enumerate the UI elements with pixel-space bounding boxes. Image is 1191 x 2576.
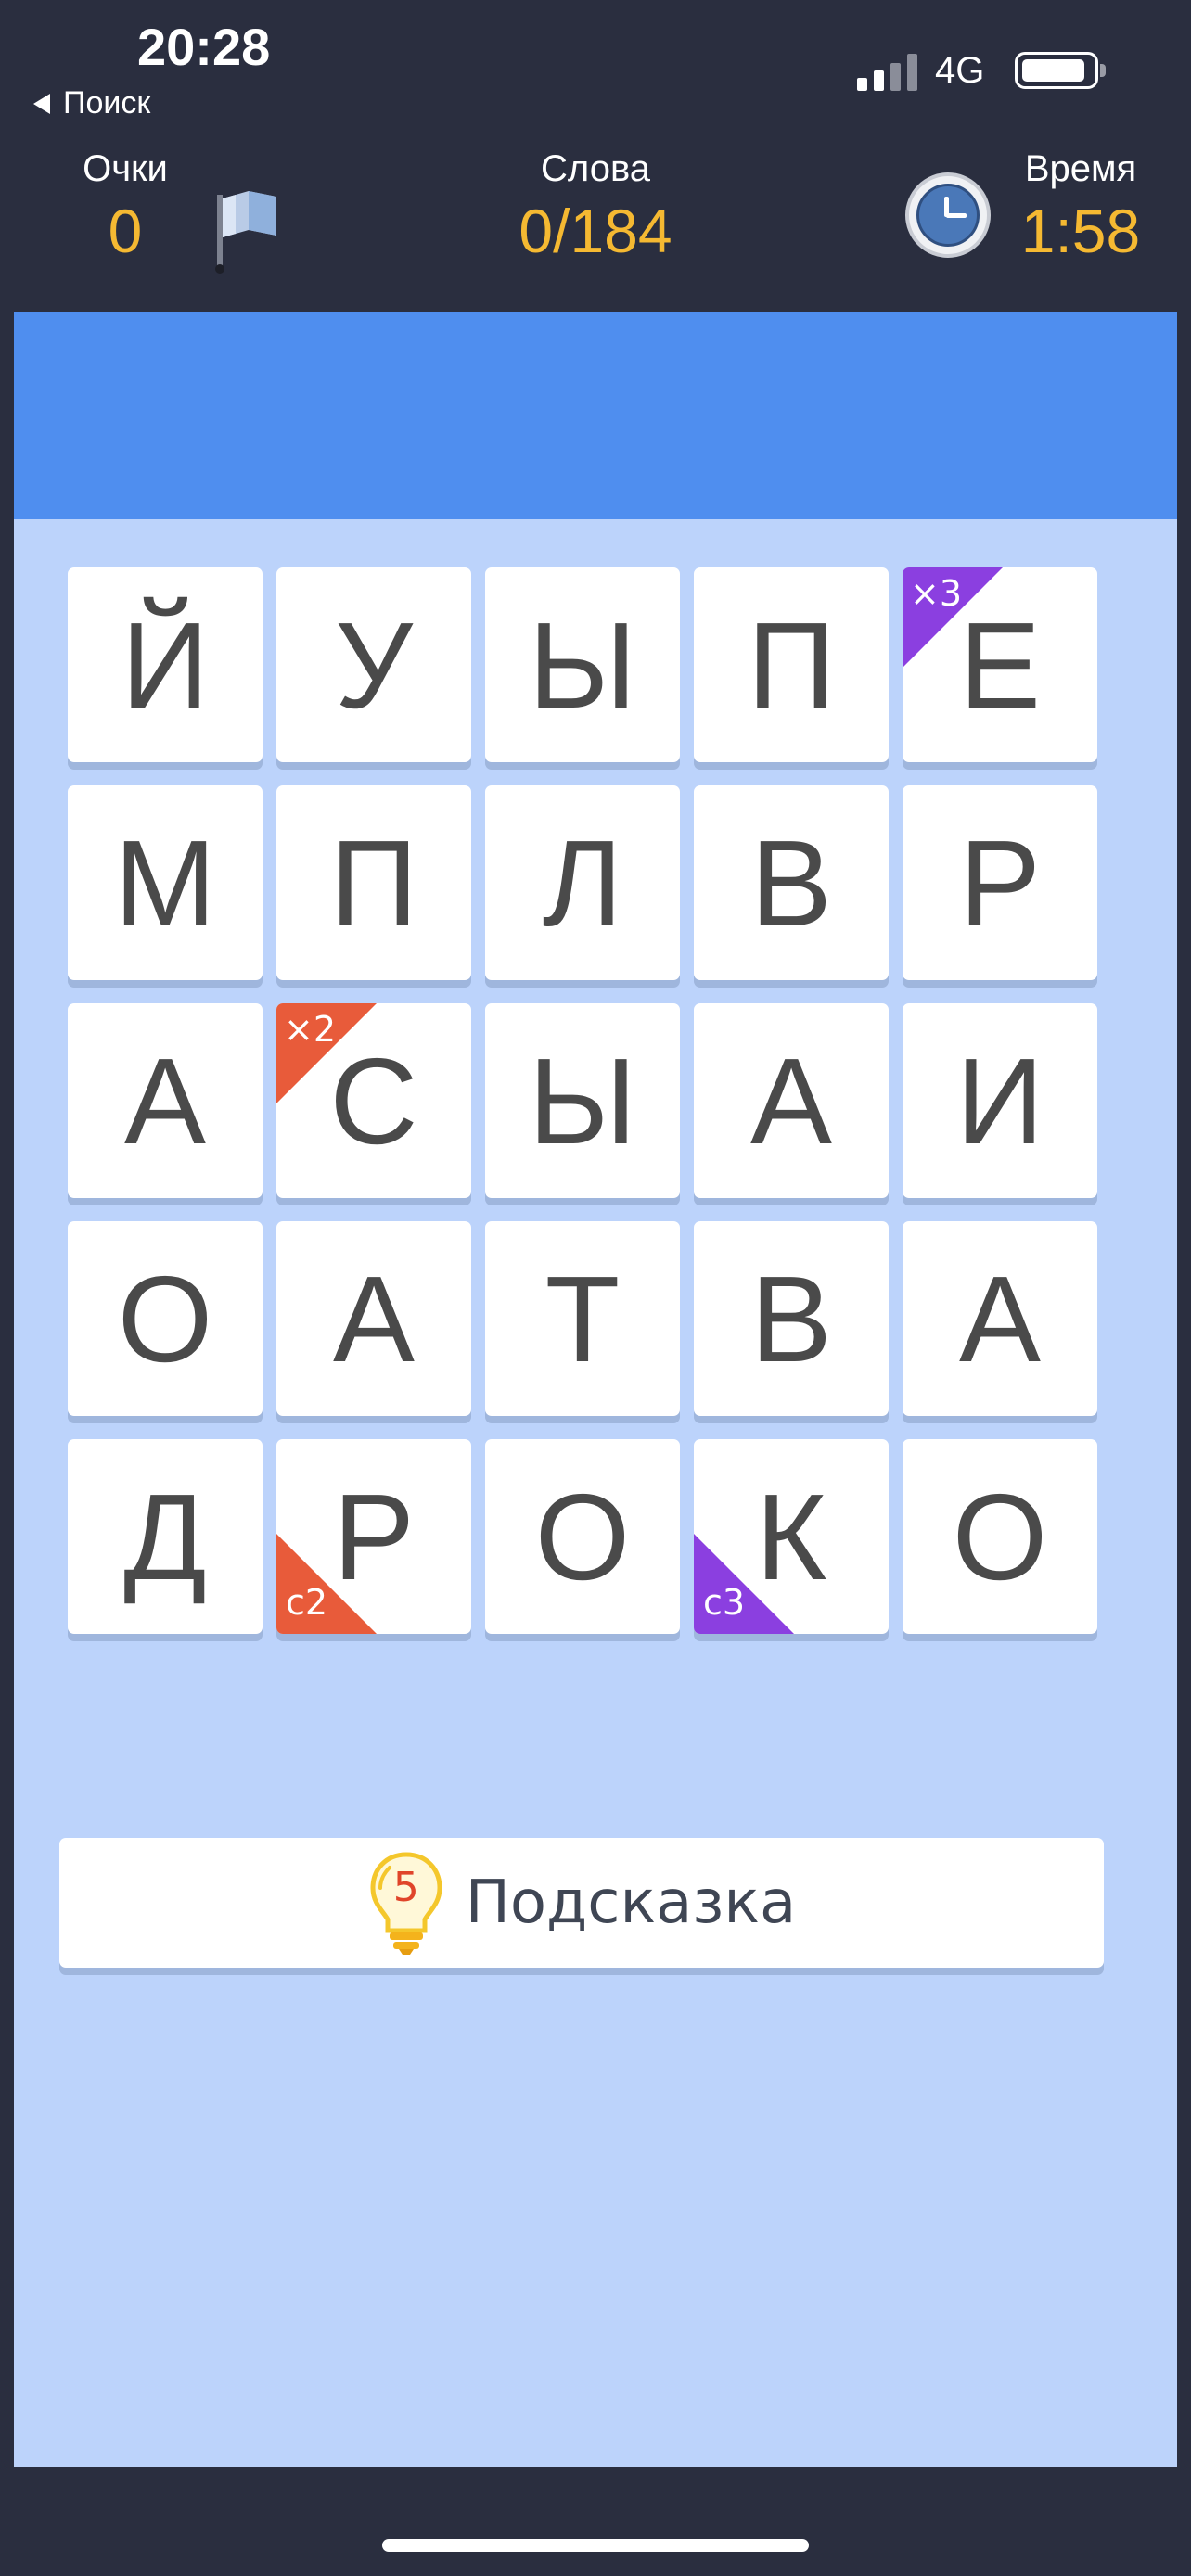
- back-arrow-icon: [33, 93, 50, 114]
- tile-letter: В: [749, 814, 833, 951]
- score-stat: Очки 0: [65, 148, 186, 266]
- tile-letter: Д: [123, 1468, 207, 1605]
- current-word-bar: [14, 312, 1177, 519]
- hint-count: 5: [392, 1864, 419, 1911]
- letter-tile[interactable]: Е ×3: [903, 567, 1097, 762]
- letter-tile[interactable]: О: [903, 1439, 1097, 1634]
- cellular-signal-icon: [857, 52, 918, 91]
- bonus-badge-text: с3: [703, 1582, 746, 1623]
- letter-tile[interactable]: Ы: [485, 567, 680, 762]
- clock-time: 20:28: [137, 18, 271, 76]
- bonus-badge: ×2: [276, 1003, 377, 1103]
- time-label: Время: [1024, 148, 1137, 189]
- time-stat: Время 1:58: [1011, 148, 1150, 266]
- hint-button[interactable]: 5 Подсказка: [59, 1838, 1104, 1968]
- tile-letter: П: [329, 814, 418, 951]
- tile-letter: О: [952, 1468, 1048, 1605]
- tile-letter: У: [335, 596, 413, 733]
- letter-tile[interactable]: Й: [68, 567, 263, 762]
- letter-tile[interactable]: Д: [68, 1439, 263, 1634]
- tile-letter: А: [749, 1032, 833, 1169]
- letter-tile[interactable]: А: [694, 1003, 889, 1198]
- tile-letter: П: [747, 596, 836, 733]
- letter-tile[interactable]: У: [276, 567, 471, 762]
- tile-letter: А: [123, 1032, 207, 1169]
- flag-icon[interactable]: [211, 178, 286, 280]
- clock-icon: [905, 172, 991, 258]
- tile-letter: О: [117, 1250, 213, 1387]
- tile-letter: М: [114, 814, 216, 951]
- home-indicator[interactable]: [382, 2539, 809, 2552]
- letter-tile[interactable]: Л: [485, 785, 680, 980]
- tile-letter: Й: [121, 596, 210, 733]
- words-label: Слова: [541, 148, 650, 189]
- words-stat: Слова 0/184: [482, 148, 709, 266]
- tile-letter: Т: [544, 1250, 621, 1387]
- tile-letter: Л: [542, 814, 623, 951]
- letter-tile[interactable]: П: [694, 567, 889, 762]
- letter-tile[interactable]: В: [694, 785, 889, 980]
- letter-tile[interactable]: М: [68, 785, 263, 980]
- bonus-badge-text: ×2: [284, 1009, 337, 1050]
- tile-letter: А: [958, 1250, 1042, 1387]
- status-bar: 20:28 Поиск 4G: [0, 0, 1191, 139]
- lightbulb-icon: 5: [367, 1851, 445, 1955]
- tile-letter: О: [534, 1468, 631, 1605]
- bonus-badge: с3: [694, 1534, 794, 1634]
- bonus-badge-text: ×3: [910, 573, 963, 614]
- letter-tile[interactable]: А: [276, 1221, 471, 1416]
- tile-letter: Ы: [528, 596, 637, 733]
- letter-tile[interactable]: А: [903, 1221, 1097, 1416]
- tile-letter: А: [332, 1250, 416, 1387]
- letter-tile[interactable]: О: [485, 1439, 680, 1634]
- letter-tile[interactable]: П: [276, 785, 471, 980]
- letter-tile[interactable]: Кс3: [694, 1439, 889, 1634]
- letter-tile[interactable]: Ы: [485, 1003, 680, 1198]
- bonus-badge: ×3: [903, 567, 1003, 668]
- bonus-badge-text: с2: [286, 1582, 328, 1623]
- letter-grid: Й У Ы П Е ×3 М П Л В Р А С ×2 Ы А И О А Т В А Д Рс2 О Кс3 О: [68, 567, 1114, 1634]
- tile-letter: Ы: [528, 1032, 637, 1169]
- letter-tile[interactable]: В: [694, 1221, 889, 1416]
- back-to-search-link[interactable]: Поиск: [33, 85, 150, 121]
- letter-tile[interactable]: Р: [903, 785, 1097, 980]
- letter-tile[interactable]: С ×2: [276, 1003, 471, 1198]
- battery-icon: [1015, 52, 1106, 89]
- letter-tile[interactable]: Рс2: [276, 1439, 471, 1634]
- letter-tile[interactable]: И: [903, 1003, 1097, 1198]
- letter-tile[interactable]: Т: [485, 1221, 680, 1416]
- score-label: Очки: [83, 148, 168, 189]
- back-link-label: Поиск: [63, 85, 151, 121]
- tile-letter: И: [955, 1032, 1044, 1169]
- score-value: 0: [108, 197, 143, 265]
- tile-letter: В: [749, 1250, 833, 1387]
- tile-letter: Р: [958, 814, 1042, 951]
- letter-tile[interactable]: О: [68, 1221, 263, 1416]
- words-value: 0/184: [519, 197, 672, 265]
- time-value: 1:58: [1020, 197, 1141, 265]
- score-header: Очки 0 Слова 0/184 Время 1:58: [0, 148, 1191, 306]
- letter-tile[interactable]: А: [68, 1003, 263, 1198]
- hint-label: Подсказка: [465, 1868, 797, 1937]
- network-type: 4G: [935, 50, 985, 91]
- bonus-badge: с2: [276, 1534, 377, 1634]
